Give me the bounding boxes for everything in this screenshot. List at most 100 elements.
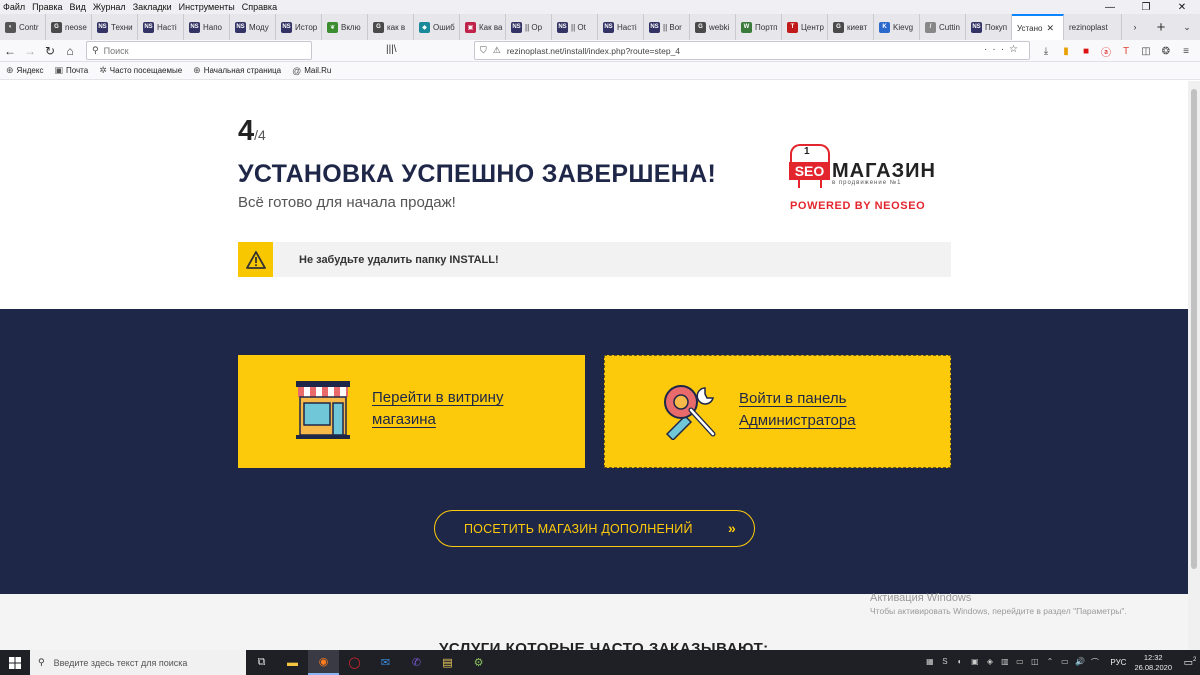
library-icon[interactable]: |||\: [386, 44, 397, 55]
menu-help[interactable]: Справка: [242, 2, 277, 12]
viber-icon[interactable]: ✆: [401, 650, 432, 675]
tray-icon[interactable]: 🔊: [1072, 657, 1087, 668]
home-icon: ⌂: [66, 43, 74, 58]
goto-store-card[interactable]: Перейти в витрину магазина: [238, 355, 585, 468]
bookmark-item[interactable]: @ Mail.Ru: [292, 66, 331, 76]
language-indicator[interactable]: РУС: [1110, 658, 1126, 667]
tray-icon[interactable]: ◈: [982, 657, 997, 668]
maximize-button[interactable]: ❐: [1128, 0, 1164, 14]
menu-history[interactable]: Журнал: [93, 2, 126, 12]
tab[interactable]: NS || Ot: [552, 14, 598, 40]
bookmark-item[interactable]: ✲ Часто посещаемые: [99, 65, 182, 76]
tab-list-icon[interactable]: ⌄: [1174, 14, 1200, 40]
tab-favicon-icon: G: [833, 21, 844, 33]
tab[interactable]: NS || Op: [506, 14, 552, 40]
tab[interactable]: NS Истор: [276, 14, 322, 40]
tab[interactable]: NS Напо: [184, 14, 230, 40]
tab-label: Вклю: [341, 22, 361, 32]
tab[interactable]: rezinoplast: [1064, 14, 1122, 40]
extension-icon[interactable]: ▮: [1056, 43, 1076, 59]
minimize-button[interactable]: —: [1092, 0, 1128, 14]
tray-icon[interactable]: ▦: [922, 657, 937, 668]
file-explorer-icon[interactable]: ▬: [277, 650, 308, 675]
tab-label: Портп: [755, 22, 778, 32]
task-view-icon[interactable]: ⧉: [246, 650, 277, 675]
tab[interactable]: ▣ Как ва: [460, 14, 506, 40]
firefox-icon[interactable]: ◉: [308, 650, 339, 675]
bookmark-item[interactable]: ⊕ Начальная страница: [193, 65, 281, 76]
forward-button[interactable]: →: [20, 41, 40, 61]
menu-edit[interactable]: Правка: [32, 2, 62, 12]
home-button[interactable]: ⌂: [60, 41, 80, 61]
scrollbar-thumb[interactable]: [1191, 89, 1197, 569]
clock[interactable]: 12:32 26.08.2020: [1134, 653, 1172, 673]
close-tab-icon[interactable]: ✕: [1046, 23, 1054, 34]
tab[interactable]: T Центр: [782, 14, 828, 40]
tab-active[interactable]: Устано ✕: [1012, 14, 1064, 40]
bookmark-item[interactable]: ▣ Почта: [54, 65, 88, 76]
page-scrollbar[interactable]: [1188, 81, 1200, 650]
tab[interactable]: NS Насті: [598, 14, 644, 40]
opera-icon[interactable]: ◯: [339, 650, 370, 675]
tray-icon[interactable]: ⌒: [1087, 657, 1102, 668]
tab[interactable]: NS Насті: [138, 14, 184, 40]
bookmark-item[interactable]: ⊕ Яндекс: [6, 65, 43, 76]
tab[interactable]: ❦ Вклю: [322, 14, 368, 40]
tray-icon[interactable]: ▭: [1012, 657, 1027, 668]
start-button[interactable]: [0, 650, 30, 675]
settings-icon[interactable]: ⚙: [463, 650, 494, 675]
menu-bookmarks[interactable]: Закладки: [133, 2, 172, 12]
translate-icon[interactable]: T: [1116, 43, 1136, 59]
tray-icon[interactable]: ◫: [1027, 657, 1042, 668]
tab-label: rezinoplast: [1069, 22, 1108, 32]
bookmark-label: Часто посещаемые: [109, 66, 183, 75]
sidebar-icon[interactable]: ◫: [1136, 43, 1156, 59]
tray-icon[interactable]: ◐: [952, 657, 967, 668]
tab[interactable]: NS Моду: [230, 14, 276, 40]
tab-favicon-icon: ◐: [5, 21, 16, 33]
tab[interactable]: K Kievg: [874, 14, 920, 40]
extension-icon[interactable]: ■: [1076, 43, 1096, 59]
tab-label: как в: [387, 22, 406, 32]
tab[interactable]: NS Техни: [92, 14, 138, 40]
outlook-icon[interactable]: ✉: [370, 650, 401, 675]
tab[interactable]: NS || Bor: [644, 14, 690, 40]
tab[interactable]: Gкиевт: [828, 14, 874, 40]
notepad-icon[interactable]: ▤: [432, 650, 463, 675]
admin-panel-label: Войти в панель Администратора: [739, 388, 856, 432]
menu-tools[interactable]: Инструменты: [179, 2, 235, 12]
close-window-button[interactable]: ✕: [1164, 0, 1200, 14]
tab[interactable]: ◆ Ошиб: [414, 14, 460, 40]
tray-icon[interactable]: ▭: [1057, 657, 1072, 668]
page-actions-icon[interactable]: ···☆: [984, 44, 1023, 55]
tray-icon[interactable]: S: [937, 657, 952, 668]
tab[interactable]: Gкак в: [368, 14, 414, 40]
menu-icon[interactable]: ≡: [1176, 43, 1196, 59]
menu-file[interactable]: Файл: [3, 2, 25, 12]
menu-view[interactable]: Вид: [70, 2, 86, 12]
back-button[interactable]: ←: [0, 41, 20, 61]
tab[interactable]: ◐ Contr: [0, 14, 46, 40]
tab-scroll-right-icon[interactable]: ›: [1122, 14, 1148, 40]
tab[interactable]: Gwebki: [690, 14, 736, 40]
adblock-icon[interactable]: ⓐ: [1096, 43, 1116, 59]
visit-addons-button[interactable]: ПОСЕТИТЬ МАГАЗИН ДОПОЛНЕНИЙ »: [434, 510, 755, 547]
url-bar[interactable]: ⛉ ⚠ rezinoplast.net/install/index.php?ro…: [474, 41, 1030, 60]
tab[interactable]: / Cuttin: [920, 14, 966, 40]
taskbar: ⚲ Введите здесь текст для поиска ⧉ ▬ ◉ ◯ ✉ ✆ ▤…: [0, 650, 1200, 675]
tray-icon[interactable]: ▣: [967, 657, 982, 668]
notifications-button[interactable]: ▭2: [1180, 657, 1200, 668]
tray-icon[interactable]: ⌃: [1042, 657, 1057, 668]
taskbar-search-input[interactable]: ⚲ Введите здесь текст для поиска: [30, 650, 246, 675]
downloads-icon[interactable]: ⤓: [1036, 43, 1056, 59]
new-tab-button[interactable]: +: [1148, 14, 1174, 40]
tab-label: Contr: [19, 22, 39, 32]
tab[interactable]: W Портп: [736, 14, 782, 40]
tray-icon[interactable]: ▥: [997, 657, 1012, 668]
account-icon[interactable]: ❂: [1156, 43, 1176, 59]
tab[interactable]: NS Покуп: [966, 14, 1012, 40]
admin-panel-card[interactable]: Войти в панель Администратора: [604, 355, 951, 468]
reload-button[interactable]: ↻: [40, 41, 60, 61]
tab[interactable]: Gneose: [46, 14, 92, 40]
search-input[interactable]: ⚲ Поиск: [86, 41, 312, 60]
